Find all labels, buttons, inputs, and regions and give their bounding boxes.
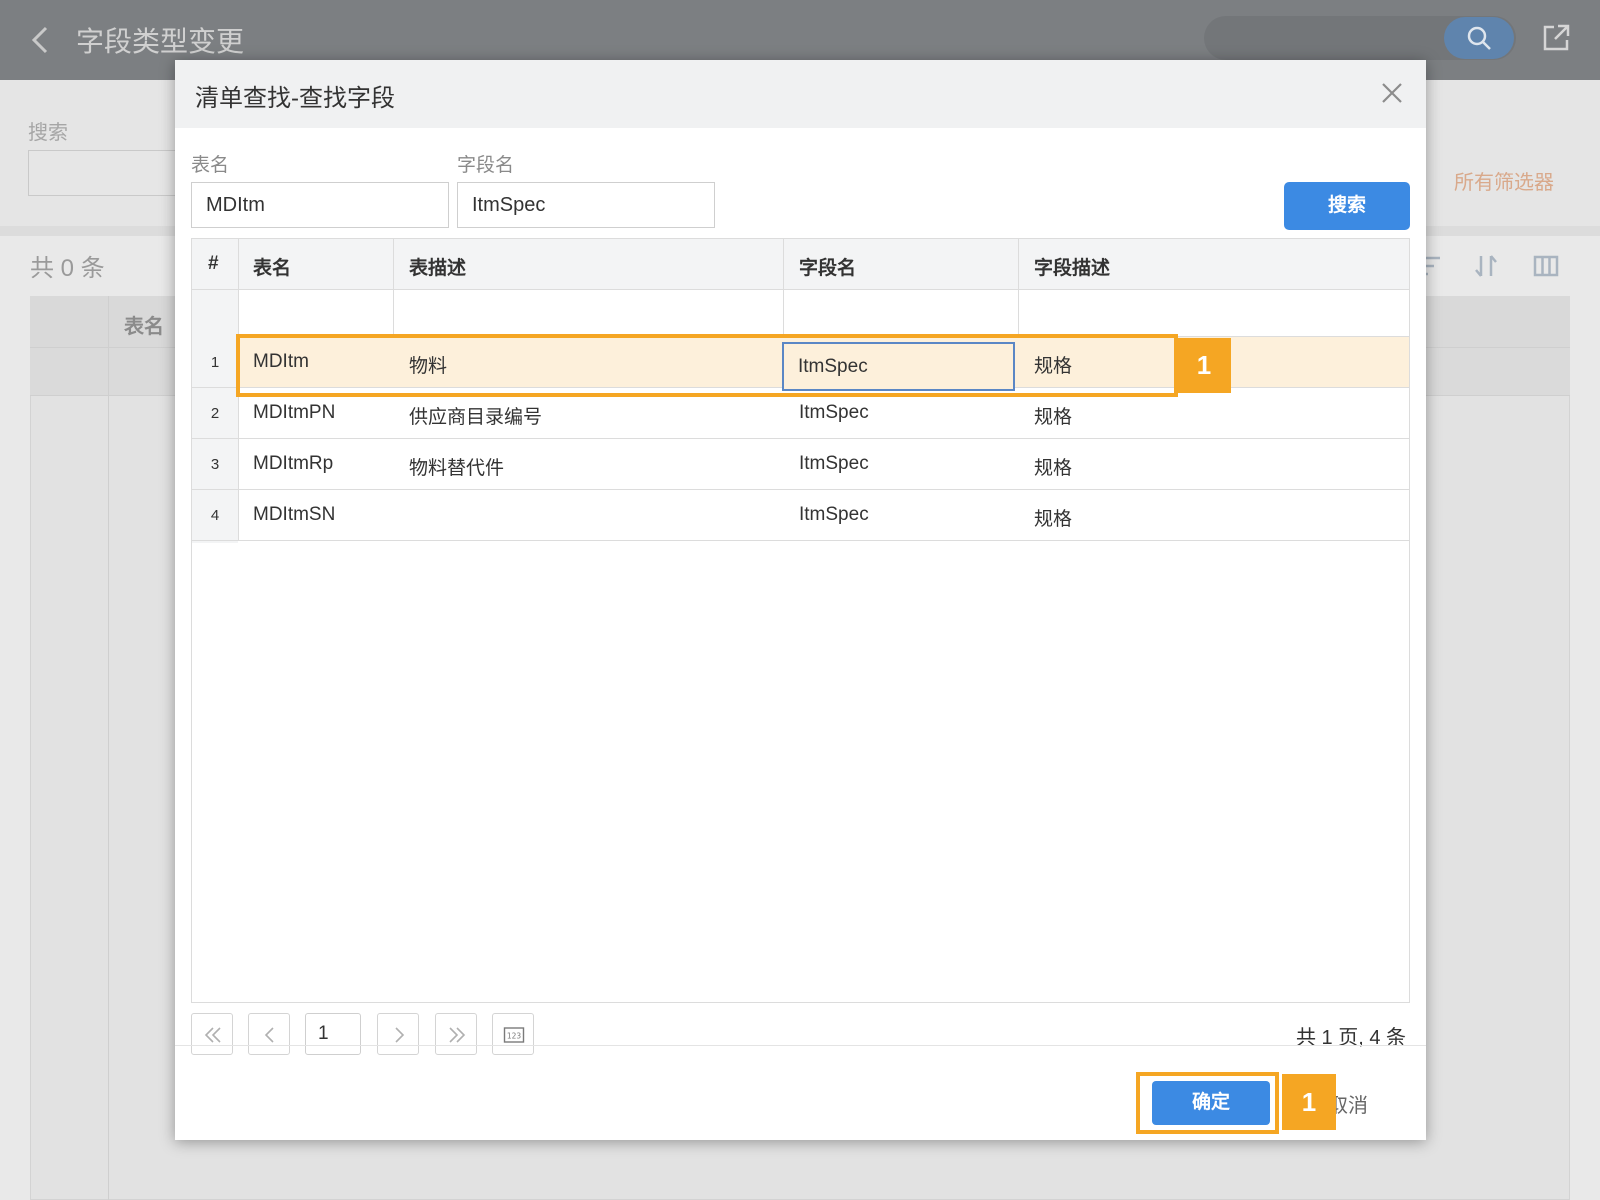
close-icon[interactable]: [1379, 80, 1405, 106]
back-arrow-icon[interactable]: [28, 22, 52, 58]
grid-filter-row[interactable]: [192, 290, 1409, 337]
step-badge-confirm: 1: [1282, 1074, 1336, 1130]
page-number-input[interactable]: 1: [305, 1013, 361, 1055]
table-name-label: 表名: [191, 155, 230, 176]
first-page-button[interactable]: [191, 1013, 233, 1055]
column-divider: [238, 239, 239, 337]
prev-page-button[interactable]: [248, 1013, 290, 1055]
double-chevron-left-icon: [204, 1027, 221, 1043]
grid-filter-index-cell: [192, 290, 238, 337]
last-page-button[interactable]: [435, 1013, 477, 1055]
footer-divider: [175, 1045, 1426, 1046]
search-icon: [1467, 26, 1491, 50]
sort-icon[interactable]: [1472, 252, 1500, 280]
search-button[interactable]: 搜索: [1284, 182, 1410, 230]
cell-table-desc: 供应商目录编号: [409, 407, 543, 428]
dialog-header: 清单查找-查找字段: [175, 60, 1426, 128]
row-index: 3: [192, 439, 238, 490]
field-name-input[interactable]: ItmSpec: [457, 182, 715, 228]
export-icon[interactable]: [1540, 22, 1572, 54]
column-divider: [1409, 239, 1410, 337]
cell-field-name: ItmSpec: [799, 504, 869, 525]
column-divider: [1018, 239, 1019, 337]
numeric-input-icon: 123: [503, 1027, 525, 1043]
columns-icon[interactable]: [1532, 252, 1560, 280]
cell-table-desc: 物料替代件: [409, 458, 505, 479]
dialog-title: 清单查找-查找字段: [195, 85, 395, 112]
column-header-table-name[interactable]: 表名: [253, 253, 291, 280]
cell-table-name: MDItmRp: [253, 453, 334, 474]
record-count: 共 0 条: [30, 255, 105, 282]
double-chevron-right-icon: [449, 1027, 466, 1043]
top-search-button[interactable]: [1444, 17, 1514, 59]
cell-field-desc: 规格: [1034, 509, 1073, 530]
confirm-highlight-annotation: [1136, 1072, 1279, 1134]
cell-field-name: ItmSpec: [799, 402, 869, 423]
chevron-right-icon: [395, 1027, 405, 1043]
step-badge-row: 1: [1177, 338, 1231, 393]
cell-field-desc: 规格: [1034, 458, 1073, 479]
column-divider: [393, 239, 394, 337]
row-highlight-annotation: [236, 334, 1178, 397]
cell-field-desc: 规格: [1034, 407, 1073, 428]
svg-text:123: 123: [507, 1032, 522, 1041]
row-index: 2: [192, 388, 238, 439]
column-header-field-name[interactable]: 字段名: [799, 253, 856, 280]
table-name-input[interactable]: MDItm: [191, 182, 449, 228]
background-column-table-name: 表名: [124, 316, 164, 338]
page-title: 字段类型变更: [76, 26, 245, 57]
column-header-field-desc[interactable]: 字段描述: [1034, 253, 1110, 280]
chevron-left-icon: [264, 1027, 274, 1043]
cell-table-name: MDItmSN: [253, 504, 336, 525]
row-index: 4: [192, 490, 238, 541]
field-lookup-dialog: 清单查找-查找字段 表名 字段名 MDItm ItmSpec 搜索 # 表名 表…: [175, 60, 1426, 1140]
cell-field-name: ItmSpec: [799, 453, 869, 474]
search-label: 搜索: [28, 122, 68, 144]
column-header-table-desc[interactable]: 表描述: [409, 253, 466, 280]
next-page-button[interactable]: [377, 1013, 419, 1055]
cell-table-name: MDItmPN: [253, 402, 336, 423]
all-filters-link[interactable]: 所有筛选器: [1454, 166, 1554, 195]
background-column-divider: [108, 296, 109, 1200]
row-index: 1: [192, 337, 238, 388]
page-jump-button[interactable]: 123: [492, 1013, 534, 1055]
column-header-index: #: [208, 253, 219, 274]
field-name-label: 字段名: [457, 155, 515, 176]
column-divider: [783, 239, 784, 337]
search-input[interactable]: [28, 150, 188, 196]
